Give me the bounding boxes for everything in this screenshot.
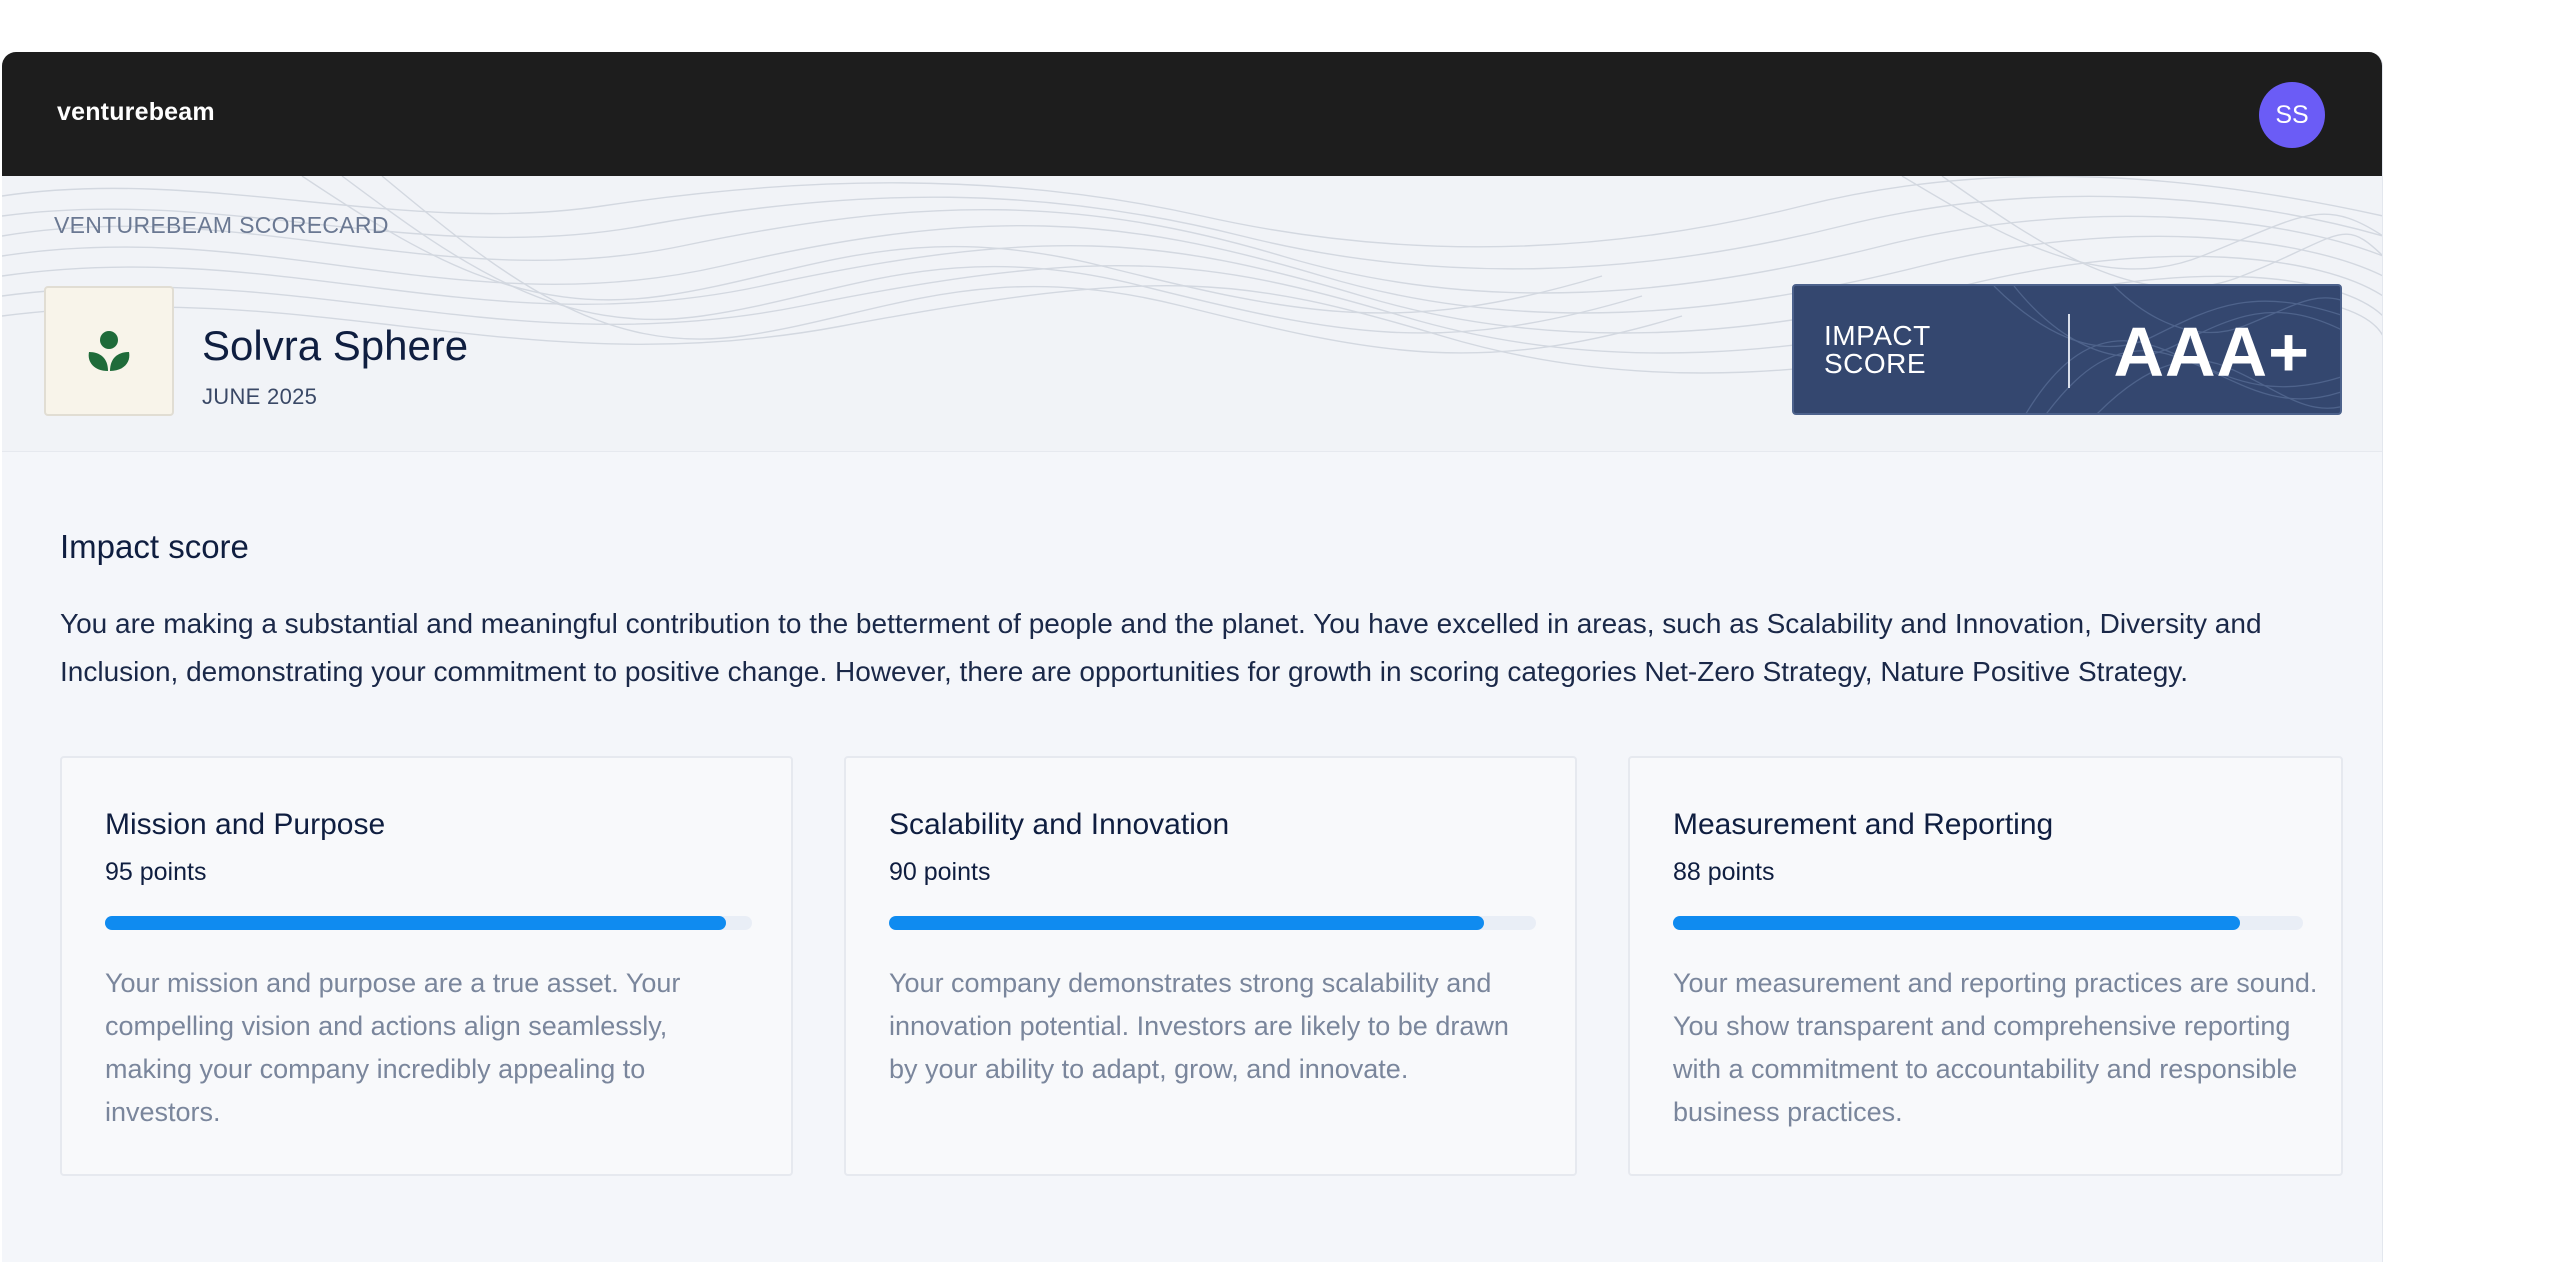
card-points: 90 points [889,858,991,886]
card-description: Your mission and purpose are a true asse… [105,968,681,1127]
card-points: 88 points [1673,858,1775,886]
impact-score-label: IMPACT SCORE [1824,322,1964,378]
section-title: Impact score [60,528,249,565]
progress-fill [889,916,1485,930]
card-points: 95 points [105,858,207,886]
company-logo [44,286,174,416]
progress-track [1673,916,2303,930]
scorecard-date: JUNE 2025 [202,384,318,409]
impact-score-label-line2: SCORE [1824,348,1927,379]
progress-fill [1673,916,2240,930]
category-card: Scalability and Innovation 90 points You… [844,756,1577,1176]
impact-score-value: AAA+ [2113,313,2310,391]
scorecard-hero: VENTUREBEAM SCORECARD Solvra Sphere JUNE… [2,176,2382,452]
impact-score-label-line1: IMPACT [1824,320,1931,351]
progress-track [889,916,1536,930]
card-title: Mission and Purpose [105,808,386,841]
sprout-icon [88,331,130,371]
scorecard-eyebrow: VENTUREBEAM SCORECARD [54,212,389,238]
category-card: Measurement and Reporting 88 points Your… [1628,756,2343,1176]
category-card: Mission and Purpose 95 points Your missi… [60,756,793,1176]
user-avatar[interactable]: SS [2259,82,2325,148]
progress-track [105,916,752,930]
badge-divider [2068,314,2070,388]
impact-summary: You are making a substantial and meaning… [60,608,2262,687]
card-description: Your measurement and reporting practices… [1673,968,2318,1127]
card-title: Measurement and Reporting [1673,808,2054,841]
company-name: Solvra Sphere [202,322,469,369]
progress-fill [105,916,727,930]
card-description: Your company demonstrates strong scalabi… [889,968,1509,1084]
impact-score-badge: IMPACT SCORE AAA+ [1792,284,2342,415]
brand-logo[interactable]: venturebeam [57,98,215,127]
category-cards: Mission and Purpose 95 points Your missi… [60,756,2343,1176]
app-window: venturebeam SS VENTUREBEAM SCORECARD Sol… [2,52,2383,1262]
top-navbar: venturebeam SS [2,52,2382,176]
card-title: Scalability and Innovation [889,808,1230,841]
